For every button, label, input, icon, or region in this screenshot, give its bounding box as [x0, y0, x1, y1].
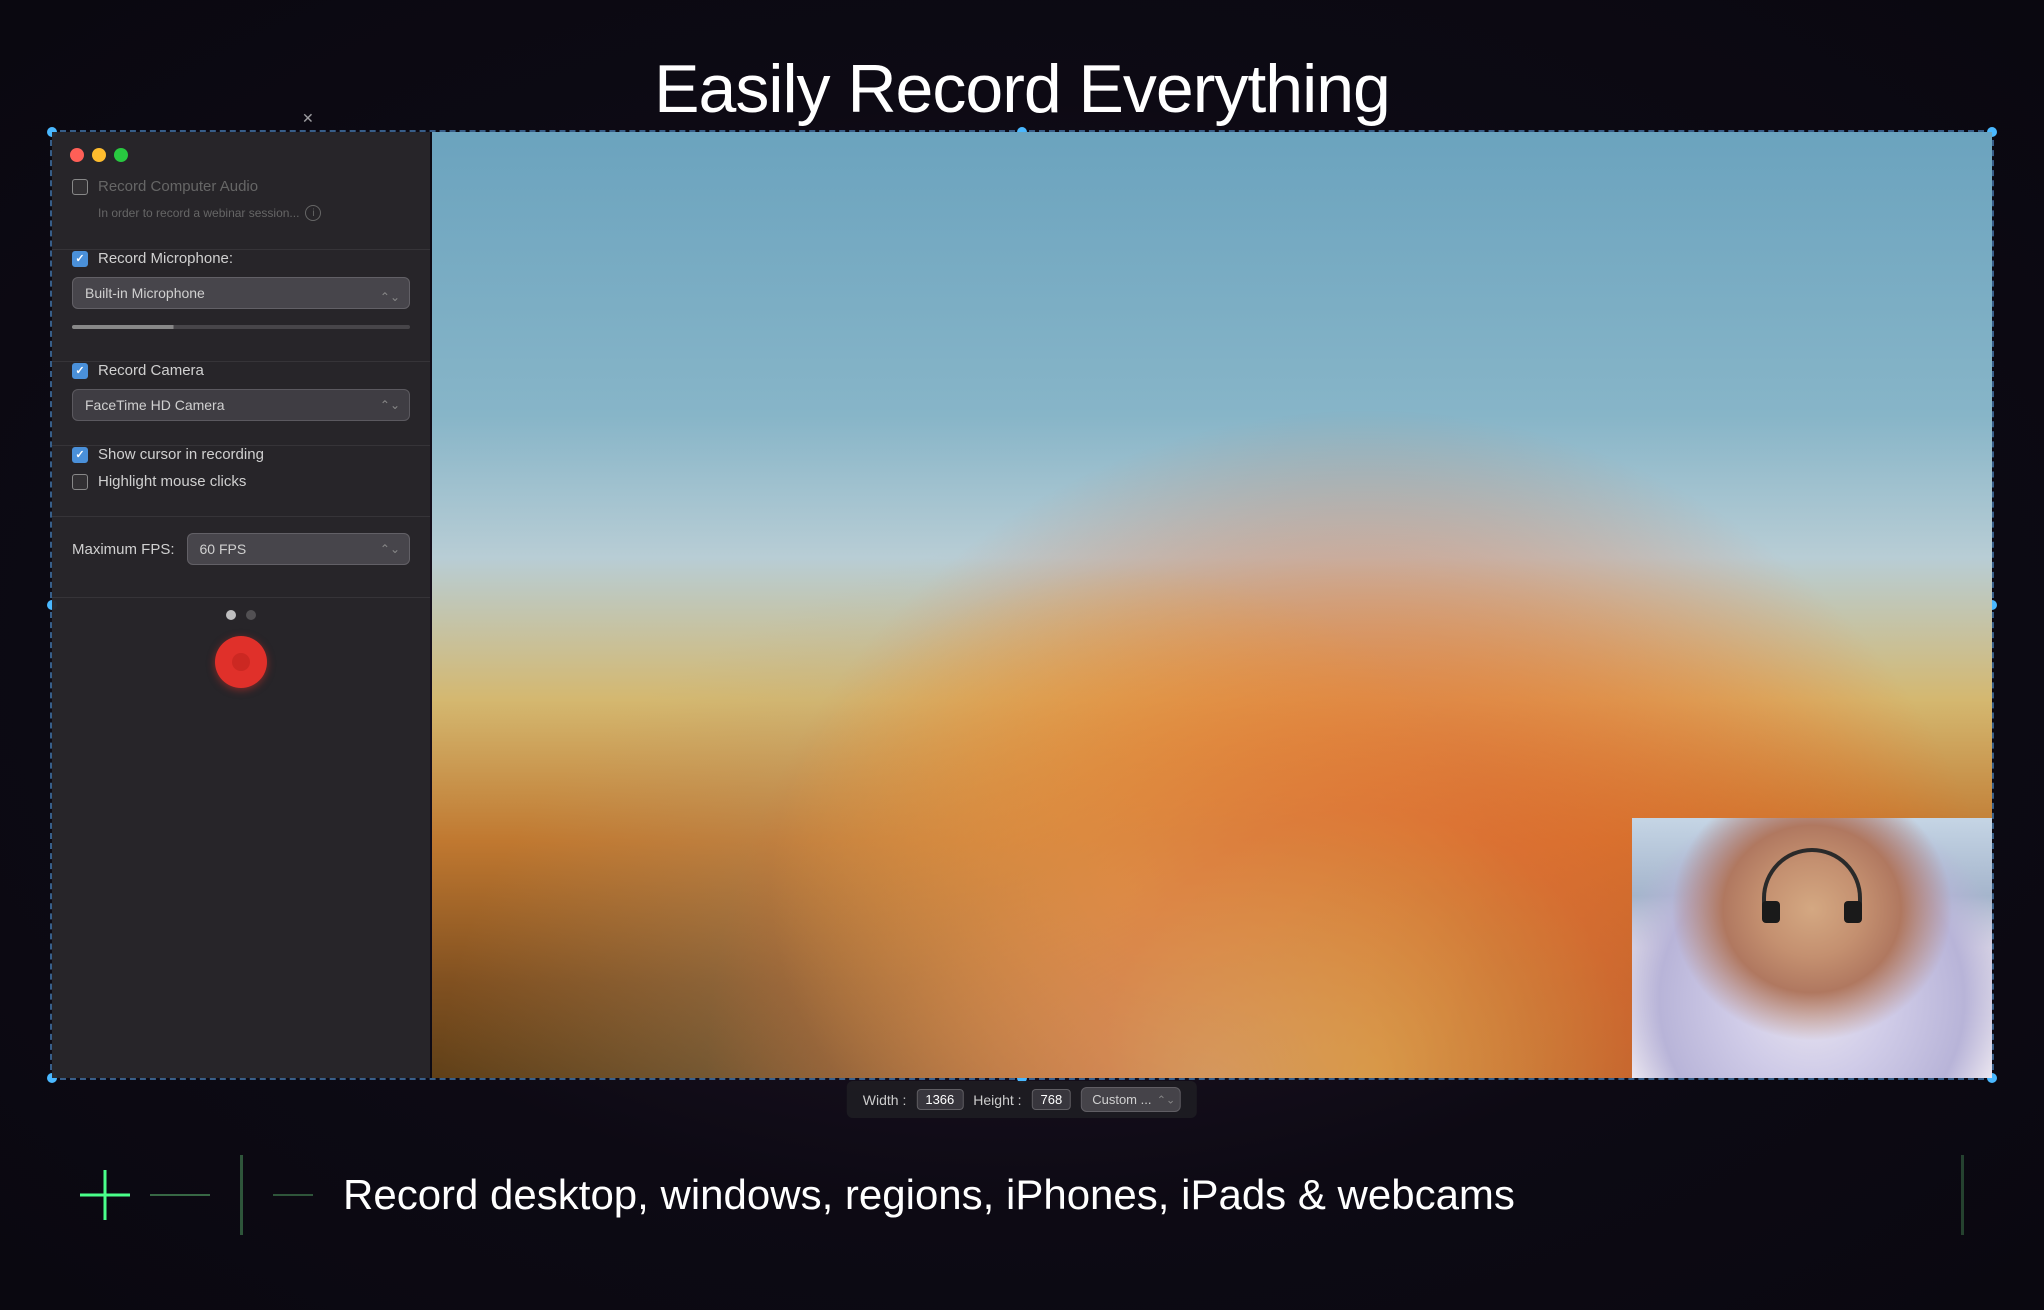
traffic-lights	[52, 132, 430, 178]
record-audio-label: Record Computer Audio	[98, 178, 258, 195]
highlight-clicks-row[interactable]: Highlight mouse clicks	[72, 473, 410, 490]
show-cursor-label: Show cursor in recording	[98, 446, 264, 463]
page-dots	[52, 610, 430, 620]
bottom-divider-left	[240, 1155, 243, 1235]
plus-cross-icon	[80, 1170, 130, 1220]
info-icon[interactable]: i	[305, 205, 321, 221]
bottom-section: Record desktop, windows, regions, iPhone…	[0, 1080, 2044, 1310]
plus-icon-area	[80, 1170, 130, 1220]
page-title: Easily Record Everything	[0, 0, 2044, 128]
bottom-line-left	[150, 1194, 210, 1196]
camera-select-wrapper[interactable]: FaceTime HD Camera	[72, 389, 410, 421]
microphone-section: Record Microphone: Built-in Microphone	[52, 250, 430, 362]
show-cursor-checkbox[interactable]	[72, 447, 88, 463]
headset-icon	[1762, 848, 1862, 908]
volume-slider[interactable]	[72, 325, 410, 329]
page-dot-2[interactable]	[246, 610, 256, 620]
bottom-text: Record desktop, windows, regions, iPhone…	[343, 1171, 1911, 1219]
record-button-inner	[232, 653, 250, 671]
microphone-select[interactable]: Built-in Microphone	[72, 277, 410, 309]
fps-row: Maximum FPS: 60 FPS	[72, 533, 410, 565]
record-audio-row[interactable]: Record Computer Audio	[72, 178, 410, 195]
webinar-note: In order to record a webinar session... …	[98, 205, 410, 221]
record-button[interactable]	[215, 636, 267, 688]
screenshot-preview	[432, 132, 1992, 1078]
maximize-button[interactable]	[114, 148, 128, 162]
record-audio-checkbox[interactable]	[72, 179, 88, 195]
record-camera-checkbox[interactable]	[72, 363, 88, 379]
page-dot-1[interactable]	[226, 610, 236, 620]
record-camera-row[interactable]: Record Camera	[72, 362, 410, 379]
camera-select[interactable]: FaceTime HD Camera	[72, 389, 410, 421]
fps-select-wrapper[interactable]: 60 FPS	[187, 533, 410, 565]
close-button[interactable]	[70, 148, 84, 162]
webcam-person	[1632, 818, 1992, 1078]
record-microphone-row[interactable]: Record Microphone:	[72, 250, 410, 267]
bottom-divider-right	[1961, 1155, 1964, 1235]
audio-section: Record Computer Audio In order to record…	[52, 178, 430, 250]
webinar-note-text: In order to record a webinar session...	[98, 206, 299, 220]
control-panel: Record Computer Audio In order to record…	[52, 132, 430, 1078]
fps-select[interactable]: 60 FPS	[187, 533, 410, 565]
record-microphone-label: Record Microphone:	[98, 250, 233, 267]
fps-label: Maximum FPS:	[72, 541, 175, 558]
bottom-line-connector	[273, 1194, 313, 1196]
minimize-button[interactable]	[92, 148, 106, 162]
record-microphone-checkbox[interactable]	[72, 251, 88, 267]
highlight-clicks-checkbox[interactable]	[72, 474, 88, 490]
cursor-section: Show cursor in recording Highlight mouse…	[52, 446, 430, 517]
recording-area[interactable]: ✕ Record Computer Audio In order to reco…	[50, 130, 1994, 1080]
camera-section: Record Camera FaceTime HD Camera	[52, 362, 430, 446]
fps-section: Maximum FPS: 60 FPS	[52, 533, 430, 598]
webcam-overlay	[1632, 818, 1992, 1078]
highlight-clicks-label: Highlight mouse clicks	[98, 473, 246, 490]
show-cursor-row[interactable]: Show cursor in recording	[72, 446, 410, 463]
microphone-select-wrapper[interactable]: Built-in Microphone	[72, 277, 410, 317]
record-camera-label: Record Camera	[98, 362, 204, 379]
